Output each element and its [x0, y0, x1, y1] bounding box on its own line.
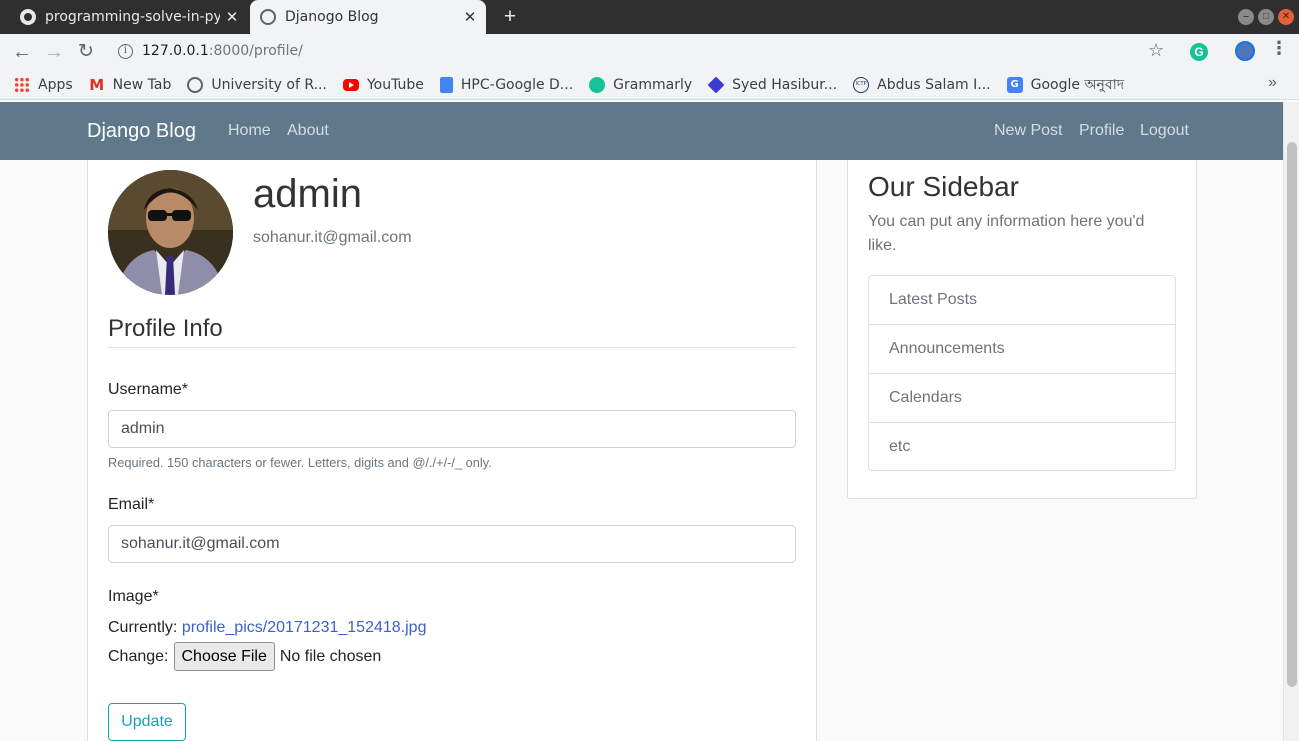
url-path: :8000/profile/: [208, 43, 303, 59]
bookmark-university[interactable]: University of R...: [187, 76, 327, 93]
choose-file-button[interactable]: Choose File: [173, 642, 275, 671]
google-docs-icon: [439, 76, 453, 93]
current-image-link[interactable]: profile_pics/20171231_152418.jpg: [182, 619, 427, 636]
bookmark-label: YouTube: [366, 76, 424, 93]
tab-title: Djanogo Blog: [285, 9, 379, 25]
scrollbar-thumb[interactable]: [1287, 142, 1297, 687]
update-button[interactable]: Update: [108, 703, 186, 741]
browser-toolbar: ← → ↻ i 127.0.0.1:8000/profile/ ☆ G ⋮: [0, 34, 1299, 70]
ictp-icon: ICTP: [853, 76, 870, 93]
sidebar-item-latest-posts[interactable]: Latest Posts: [869, 276, 1175, 325]
globe-icon: [260, 9, 276, 25]
change-label: Change:: [108, 647, 169, 665]
change-image-row: Change: Choose File No file chosen: [108, 642, 381, 671]
no-file-chosen-text: No file chosen: [279, 647, 382, 665]
browser-tab-active[interactable]: Djanogo Blog ✕: [250, 0, 486, 34]
forward-arrow-icon[interactable]: →: [40, 38, 68, 66]
bookmark-star-icon[interactable]: ☆: [1148, 40, 1164, 61]
nav-link-new-post[interactable]: New Post: [994, 122, 1062, 140]
profile-avatar-icon[interactable]: [1235, 41, 1255, 61]
nav-link-home[interactable]: Home: [228, 122, 271, 140]
username-help-text: Required. 150 characters or fewer. Lette…: [108, 455, 492, 470]
dropbox-icon: [707, 76, 725, 93]
apps-grid-icon: [14, 76, 30, 93]
info-icon[interactable]: i: [118, 44, 133, 59]
bookmark-hpc-docs[interactable]: HPC-Google D...: [439, 76, 574, 93]
bookmark-new-tab[interactable]: M New Tab: [89, 75, 172, 94]
bookmark-apps[interactable]: Apps: [14, 76, 73, 93]
sidebar-list: Latest Posts Announcements Calendars etc: [868, 275, 1176, 471]
grammarly-extension-icon[interactable]: G: [1190, 43, 1208, 61]
bookmark-google-translate[interactable]: G Google অনুবাদ: [1006, 73, 1125, 97]
more-bookmarks-icon[interactable]: »: [1268, 74, 1277, 92]
bookmark-youtube[interactable]: YouTube: [342, 76, 424, 93]
page-scrollbar[interactable]: [1283, 102, 1299, 741]
bookmark-label: HPC-Google D...: [460, 76, 574, 93]
window-close-icon[interactable]: ✕: [1278, 9, 1294, 25]
back-arrow-icon[interactable]: ←: [8, 38, 36, 66]
current-image-row: Currently: profile_pics/20171231_152418.…: [108, 619, 426, 637]
bookmark-label: Abdus Salam I...: [877, 76, 991, 93]
google-translate-icon: G: [1006, 76, 1023, 93]
profile-info-legend: Profile Info: [108, 315, 796, 348]
url-text[interactable]: 127.0.0.1:8000/profile/: [142, 43, 303, 59]
github-icon: [20, 9, 36, 25]
email-label: Email*: [108, 496, 155, 513]
nav-link-profile[interactable]: Profile: [1079, 122, 1124, 140]
username-input[interactable]: [108, 410, 796, 448]
new-tab-icon[interactable]: +: [498, 4, 522, 30]
profile-avatar: [108, 170, 233, 295]
bookmark-label: Syed Hasibur...: [732, 76, 838, 93]
bookmark-abdus-salam[interactable]: ICTP Abdus Salam I...: [853, 76, 991, 93]
close-tab-icon[interactable]: ✕: [220, 8, 244, 26]
reload-icon[interactable]: ↻: [72, 38, 100, 66]
site-navbar: Django Blog Home About New Post Profile …: [0, 102, 1283, 160]
bookmarks-bar: Apps M New Tab University of R... YouTube…: [0, 70, 1299, 100]
bookmark-label: Apps: [38, 76, 73, 93]
maximize-icon[interactable]: □: [1258, 9, 1274, 25]
youtube-icon: [342, 78, 359, 91]
bookmark-label: New Tab: [112, 76, 172, 93]
sidebar-text: You can put any information here you'd l…: [868, 213, 1145, 254]
bookmark-label: Grammarly: [613, 76, 693, 93]
browser-tab-github[interactable]: programming-solve-in-py ✕: [8, 0, 248, 34]
currently-label: Currently:: [108, 619, 178, 636]
username-label: Username*: [108, 381, 189, 398]
sidebar-item-announcements[interactable]: Announcements: [869, 325, 1175, 374]
sidebar-item-etc[interactable]: etc: [869, 423, 1175, 470]
profile-username-heading: admin: [253, 172, 362, 216]
close-tab-icon[interactable]: ✕: [458, 8, 482, 26]
bookmark-grammarly[interactable]: Grammarly: [589, 76, 693, 93]
menu-kebab-icon[interactable]: ⋮: [1270, 38, 1288, 59]
bookmark-label: University of R...: [211, 76, 327, 93]
tab-title: programming-solve-in-py: [45, 9, 220, 25]
gmail-icon: M: [89, 75, 105, 94]
bookmark-syed[interactable]: Syed Hasibur...: [707, 76, 838, 93]
email-input[interactable]: [108, 525, 796, 563]
sidebar-title: Our Sidebar: [868, 171, 1019, 202]
browser-tab-strip: programming-solve-in-py ✕ Djanogo Blog ✕…: [0, 0, 1299, 34]
site-brand[interactable]: Django Blog: [87, 120, 196, 143]
profile-email: sohanur.it@gmail.com: [253, 229, 412, 246]
bookmark-label: Google অনুবাদ: [1030, 76, 1125, 93]
minimize-icon[interactable]: –: [1238, 9, 1254, 25]
grammarly-icon: [589, 76, 606, 93]
address-bar[interactable]: i 127.0.0.1:8000/profile/ ☆: [108, 37, 1184, 67]
globe-icon: [187, 76, 204, 93]
image-label: Image*: [108, 588, 159, 605]
url-host: 127.0.0.1: [142, 43, 209, 59]
sidebar-item-calendars[interactable]: Calendars: [869, 374, 1175, 423]
nav-link-about[interactable]: About: [287, 122, 329, 140]
nav-link-logout[interactable]: Logout: [1140, 122, 1189, 140]
